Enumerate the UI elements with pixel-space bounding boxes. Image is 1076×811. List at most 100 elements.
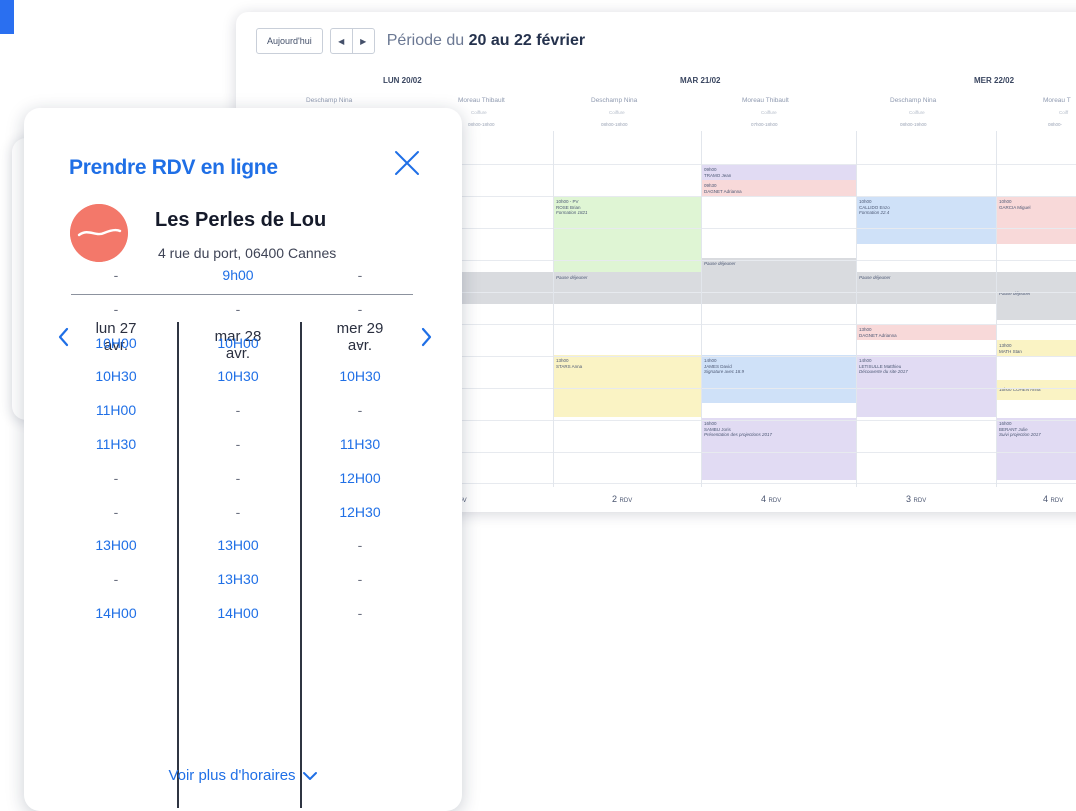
grid-col-line <box>996 131 997 487</box>
time-slot-button[interactable]: 11H30 <box>62 434 170 454</box>
time-slot-button[interactable]: 13H00 <box>62 535 170 555</box>
event-block[interactable]: 13h00 MATH Stan <box>996 340 1076 356</box>
event-label: Pause déjeuner <box>556 275 588 280</box>
event-block[interactable]: 09h30 DAGNET Adrianna <box>701 180 856 196</box>
event-block[interactable]: 13h00 STARS Anna <box>553 355 701 417</box>
time-slot-unavailable: - <box>357 267 363 283</box>
time-slot-button[interactable]: 10H30 <box>62 366 170 386</box>
event-block[interactable]: 16h00 BERANT Julie Suivi projection 2017 <box>996 418 1076 480</box>
widget-title: Prendre RDV en ligne <box>69 156 278 179</box>
close-icon[interactable] <box>394 150 420 176</box>
practitioner-name: Deschamp Nina <box>306 97 353 104</box>
event-label: 13h00 STARS Anna <box>556 358 583 369</box>
period-prefix: Période du <box>386 32 465 49</box>
divider <box>71 294 413 295</box>
column-separator <box>300 322 302 808</box>
time-slot-unavailable: - <box>113 469 119 486</box>
event-block[interactable]: 10h00 CALLIDO Enzo Formation 22.4 <box>856 196 996 244</box>
event-label: 14h00 LETISULLE Matthieu Découverte du sit… <box>859 358 908 374</box>
practitioner-hours: 07h00-18h00 <box>751 122 778 127</box>
time-slot-button[interactable]: 9h00 <box>184 265 292 285</box>
rdv-count: 4 RDV <box>1043 494 1064 504</box>
event-block[interactable]: Pause déjeuner <box>553 272 701 304</box>
event-label: 09h30 DAGNET Adrianna <box>704 183 742 194</box>
event-label: 16h00 SAMBU Joris Présentation des project… <box>704 421 773 437</box>
practitioner-role: Coiffure <box>471 110 487 115</box>
event-block[interactable]: Pause déjeuner <box>856 272 996 304</box>
event-block[interactable]: Pause déjeuner <box>701 258 856 278</box>
practitioner-role: Coiffure <box>761 110 777 115</box>
caret-left-icon: ◀ <box>338 36 345 46</box>
next-period-button[interactable]: ▶ <box>351 29 374 53</box>
day-header-mon: LUN 20/02 <box>383 76 422 85</box>
calendar-toolbar: Aujourd'hui ◀ ▶ Période du 20 au 22 févr… <box>256 28 585 54</box>
event-label: 14h00 JAMES David Signature avec 18.9 <box>704 358 745 374</box>
practitioner-name: Deschamp Nina <box>591 97 638 104</box>
event-block[interactable]: 14h00 LETISULLE Matthieu Découverte du sit… <box>856 355 996 417</box>
time-slot-unavailable: - <box>113 571 119 588</box>
time-slot-button[interactable]: 12H00 <box>306 468 414 488</box>
event-block[interactable]: 09h00 TRAMO Jean <box>701 164 856 180</box>
chevron-down-icon <box>302 772 317 781</box>
today-button[interactable]: Aujourd'hui <box>256 28 323 54</box>
time-slot-button[interactable]: 10H30 <box>184 366 292 386</box>
caret-right-icon: ▶ <box>360 36 367 46</box>
time-slot-button[interactable]: 14H00 <box>62 603 170 623</box>
more-times-button[interactable]: Voir plus d'horaires <box>24 767 462 784</box>
event-label: 10h00 - PV ROSE Brian Formation 1821 <box>556 199 588 215</box>
event-label: 16h00 BERANT Julie Suivi projection 2017 <box>999 421 1041 437</box>
column-separator <box>177 322 179 808</box>
day-header-wed: MER 22/02 <box>974 76 1015 85</box>
day-header-tue: MAR 21/02 <box>680 76 721 85</box>
event-block[interactable]: 16h00 SAMBU Joris Présentation des project… <box>701 418 856 480</box>
event-block[interactable]: 10h00 - PV ROSE Brian Formation 1821 <box>553 196 701 278</box>
time-slot-button[interactable]: 11H30 <box>306 434 414 454</box>
chevron-right-icon[interactable] <box>420 326 434 348</box>
time-slot-button[interactable]: 13H00 <box>184 535 292 555</box>
event-block[interactable]: 10h00 GARCIA Miguel <box>996 196 1076 244</box>
time-slot-unavailable: - <box>357 605 363 621</box>
time-slot-unavailable: - <box>357 571 363 588</box>
practitioner-role: Coiff <box>1059 110 1069 115</box>
practitioner-hours: 08h00-18h00 <box>601 122 628 127</box>
time-slot-button[interactable]: 14H00 <box>184 603 292 623</box>
event-label: Pause déjeuner <box>859 275 891 280</box>
corner-accent <box>0 0 14 34</box>
practitioner-hours: 08h00-19h00 <box>900 122 927 127</box>
time-slot-button[interactable]: 10H30 <box>306 366 414 386</box>
event-block[interactable]: 14h00 JAMES David Signature avec 18.9 <box>701 355 856 403</box>
booking-widget: Prendre RDV en ligne Les Perles de Lou 4… <box>24 108 462 811</box>
rdv-count: 2 RDV <box>612 494 633 504</box>
rdv-count: 3 RDV <box>906 494 927 504</box>
time-slot-button[interactable]: 10H00 <box>184 333 292 353</box>
time-slot-unavailable: - <box>357 537 363 554</box>
time-slot-unavailable: - <box>357 300 363 317</box>
time-slot-unavailable: - <box>357 402 363 419</box>
event-label: Pause déjeuner <box>704 261 736 266</box>
event-label: 10h00 CALLIDO Enzo Formation 22.4 <box>859 199 890 215</box>
time-slot-button[interactable]: 10H00 <box>62 333 170 353</box>
time-slot-unavailable: - <box>235 300 241 317</box>
event-label: 13h00 MATH Stan <box>999 343 1022 354</box>
time-slot-unavailable: - <box>235 503 241 520</box>
time-slot-button[interactable]: 11H00 <box>62 400 170 420</box>
practitioner-role: Coiffure <box>909 110 925 115</box>
practitioner-hours: 08h00- <box>1048 122 1063 127</box>
time-slot-button[interactable]: 13H30 <box>184 569 292 589</box>
time-slot-unavailable: - <box>113 300 119 317</box>
period-nav: ◀ ▶ <box>329 28 375 54</box>
event-block[interactable]: 15h00 COHEN Anna <box>996 380 1076 400</box>
practitioner-name: Moreau Thibault <box>742 97 789 104</box>
grid-col-line <box>856 131 857 487</box>
practitioner-name: Moreau T <box>1043 97 1071 104</box>
event-label: 13h00 DAGNET Adrianna <box>859 327 897 338</box>
time-slot-unavailable: - <box>235 469 241 486</box>
time-slot-unavailable: - <box>113 267 119 283</box>
grid-col-line <box>701 131 702 487</box>
time-slot-button[interactable]: 12H30 <box>306 502 414 522</box>
previous-period-button[interactable]: ◀ <box>331 29 352 53</box>
practitioner-name: Deschamp Nina <box>890 97 937 104</box>
event-block[interactable]: 13h00 DAGNET Adrianna <box>856 324 996 340</box>
time-slot-unavailable: - <box>357 334 363 351</box>
period-range: 20 au 22 février <box>468 32 586 49</box>
